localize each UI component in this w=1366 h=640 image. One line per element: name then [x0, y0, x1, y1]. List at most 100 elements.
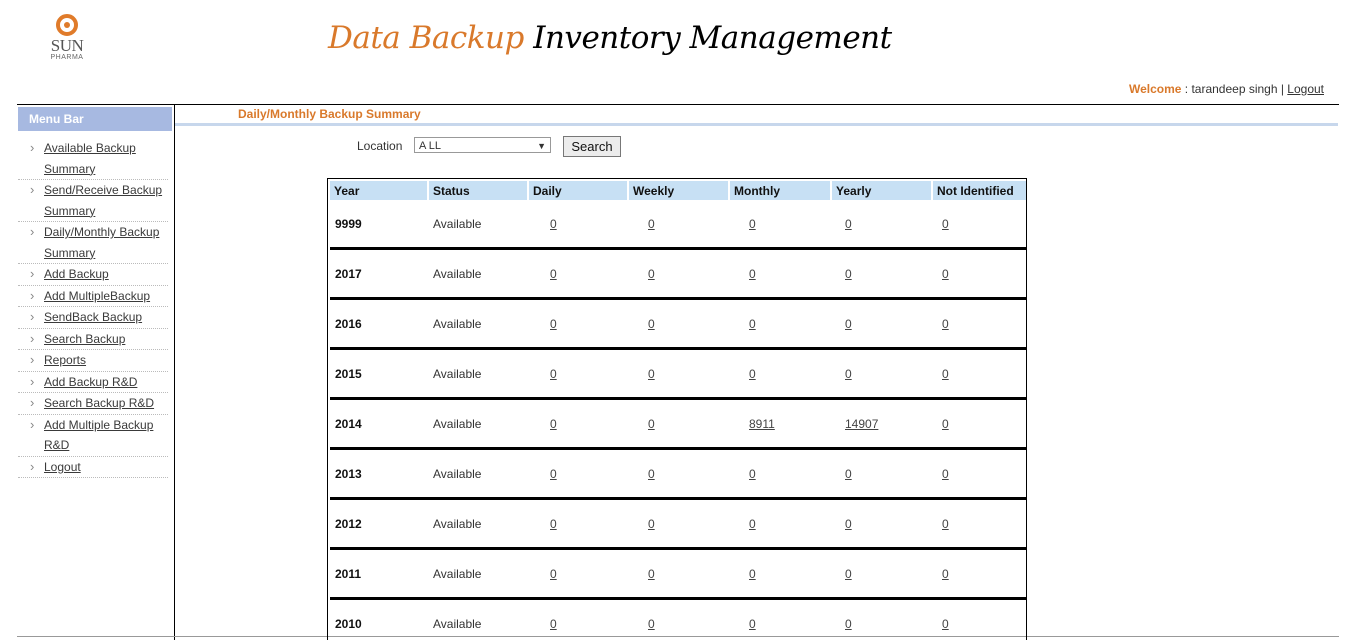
not-identified-count-link[interactable]: 0 — [942, 217, 949, 231]
column-header-not-identified: Not Identified — [931, 181, 1026, 200]
monthly-count: 8911 — [729, 398, 831, 450]
chevron-right-icon: › — [30, 224, 35, 239]
monthly-count-link[interactable]: 0 — [749, 617, 756, 631]
monthly-count-link[interactable]: 0 — [749, 567, 756, 581]
user-name: : tarandeep singh | — [1181, 82, 1288, 96]
not-identified-count-link[interactable]: 0 — [942, 617, 949, 631]
yearly-count-link[interactable]: 0 — [845, 617, 852, 631]
not-identified-count-link[interactable]: 0 — [942, 367, 949, 381]
daily-count: 0 — [528, 598, 628, 640]
yearly-count-link[interactable]: 0 — [845, 567, 852, 581]
menu-item-sendback-backup[interactable]: › SendBack Backup — [18, 307, 168, 329]
menu-item-add-multiple-backup[interactable]: › Add MultipleBackup — [18, 286, 168, 307]
weekly-count-link[interactable]: 0 — [648, 517, 655, 531]
yearly-count: 0 — [831, 548, 932, 600]
menu-link[interactable]: Add Multiple Backup R&D — [44, 415, 168, 456]
not-identified-count: 0 — [932, 200, 1026, 250]
daily-count-link[interactable]: 0 — [550, 467, 557, 481]
monthly-count-link[interactable]: 0 — [749, 267, 756, 281]
daily-count-link[interactable]: 0 — [550, 617, 557, 631]
weekly-count: 0 — [628, 298, 729, 350]
not-identified-count-link[interactable]: 0 — [942, 267, 949, 281]
heading-rule — [175, 123, 1338, 126]
menu-link[interactable]: Add Backup — [44, 264, 168, 285]
menu-item-available-backup-summary[interactable]: › Available Backup Summary — [18, 138, 168, 180]
weekly-count-link[interactable]: 0 — [648, 467, 655, 481]
yearly-count: 0 — [831, 448, 932, 500]
weekly-count-link[interactable]: 0 — [648, 417, 655, 431]
year-cell: 2013 — [330, 448, 428, 500]
monthly-count-link[interactable]: 0 — [749, 217, 756, 231]
menu-item-add-multiple-backup-rnd[interactable]: › Add Multiple Backup R&D — [18, 415, 168, 457]
menu-item-search-backup[interactable]: › Search Backup — [18, 329, 168, 350]
menu-link[interactable]: Search Backup R&D — [44, 393, 168, 414]
weekly-count-link[interactable]: 0 — [648, 217, 655, 231]
daily-count-link[interactable]: 0 — [550, 217, 557, 231]
monthly-count-link[interactable]: 0 — [749, 317, 756, 331]
weekly-count-link[interactable]: 0 — [648, 267, 655, 281]
menu-item-send-receive-backup-summary[interactable]: › Send/Receive Backup Summary — [18, 180, 168, 222]
yearly-count-link[interactable]: 0 — [845, 467, 852, 481]
yearly-count-link[interactable]: 0 — [845, 217, 852, 231]
status-cell: Available — [428, 548, 528, 600]
weekly-count-link[interactable]: 0 — [648, 367, 655, 381]
year-cell: 2015 — [330, 348, 428, 400]
menu-item-daily-monthly-backup-summary[interactable]: › Daily/Monthly Backup Summary — [18, 222, 168, 264]
menu-header: Menu Bar — [18, 107, 172, 131]
daily-count: 0 — [528, 498, 628, 550]
not-identified-count-link[interactable]: 0 — [942, 567, 949, 581]
chevron-right-icon: › — [30, 266, 35, 281]
daily-count: 0 — [528, 200, 628, 250]
yearly-count-link[interactable]: 0 — [845, 367, 852, 381]
menu-link[interactable]: SendBack Backup — [44, 307, 168, 328]
year-cell: 2011 — [330, 548, 428, 600]
monthly-count-link[interactable]: 0 — [749, 517, 756, 531]
yearly-count-link[interactable]: 14907 — [845, 417, 878, 431]
yearly-count: 0 — [831, 348, 932, 400]
yearly-count-link[interactable]: 0 — [845, 517, 852, 531]
header-logout-link[interactable]: Logout — [1287, 82, 1324, 96]
location-select[interactable]: A LL ▼ — [414, 137, 551, 153]
not-identified-count-link[interactable]: 0 — [942, 517, 949, 531]
monthly-count: 0 — [729, 448, 831, 500]
menu-link[interactable]: Logout — [44, 457, 168, 478]
yearly-count: 0 — [831, 298, 932, 350]
daily-count-link[interactable]: 0 — [550, 517, 557, 531]
not-identified-count-link[interactable]: 0 — [942, 417, 949, 431]
weekly-count-link[interactable]: 0 — [648, 617, 655, 631]
menu-item-add-backup[interactable]: › Add Backup — [18, 264, 168, 286]
menu-link[interactable]: Add Backup R&D — [44, 372, 168, 393]
table-header-row: Year Status Daily Weekly Monthly Yearly … — [330, 181, 1026, 200]
page-title: Daily/Monthly Backup Summary — [238, 107, 421, 121]
menu-item-logout[interactable]: › Logout — [18, 457, 168, 478]
menu-link[interactable]: Add MultipleBackup — [44, 286, 168, 307]
menu-link[interactable]: Reports — [44, 350, 168, 371]
daily-count-link[interactable]: 0 — [550, 417, 557, 431]
daily-count-link[interactable]: 0 — [550, 267, 557, 281]
weekly-count-link[interactable]: 0 — [648, 567, 655, 581]
search-button[interactable]: Search — [563, 136, 621, 157]
monthly-count-link[interactable]: 0 — [749, 467, 756, 481]
menu-link[interactable]: Search Backup — [44, 329, 168, 350]
table-row: 2015 Available 0 0 0 0 0 — [330, 348, 1026, 400]
menu-item-reports[interactable]: › Reports — [18, 350, 168, 372]
not-identified-count-link[interactable]: 0 — [942, 467, 949, 481]
menu-item-search-backup-rnd[interactable]: › Search Backup R&D — [18, 393, 168, 415]
column-header-status: Status — [427, 181, 528, 200]
monthly-count-link[interactable]: 8911 — [749, 417, 775, 431]
not-identified-count: 0 — [932, 348, 1026, 400]
menu-link[interactable]: Send/Receive Backup Summary — [44, 180, 168, 221]
weekly-count-link[interactable]: 0 — [648, 317, 655, 331]
daily-count-link[interactable]: 0 — [550, 317, 557, 331]
monthly-count-link[interactable]: 0 — [749, 367, 756, 381]
yearly-count-link[interactable]: 0 — [845, 317, 852, 331]
menu-item-add-backup-rnd[interactable]: › Add Backup R&D — [18, 372, 168, 393]
menu-link[interactable]: Available Backup Summary — [44, 138, 168, 179]
chevron-right-icon: › — [30, 287, 35, 303]
daily-count-link[interactable]: 0 — [550, 567, 557, 581]
not-identified-count-link[interactable]: 0 — [942, 317, 949, 331]
menu-link[interactable]: Daily/Monthly Backup Summary — [44, 222, 168, 263]
yearly-count-link[interactable]: 0 — [845, 267, 852, 281]
weekly-count: 0 — [628, 398, 729, 450]
daily-count-link[interactable]: 0 — [550, 367, 557, 381]
